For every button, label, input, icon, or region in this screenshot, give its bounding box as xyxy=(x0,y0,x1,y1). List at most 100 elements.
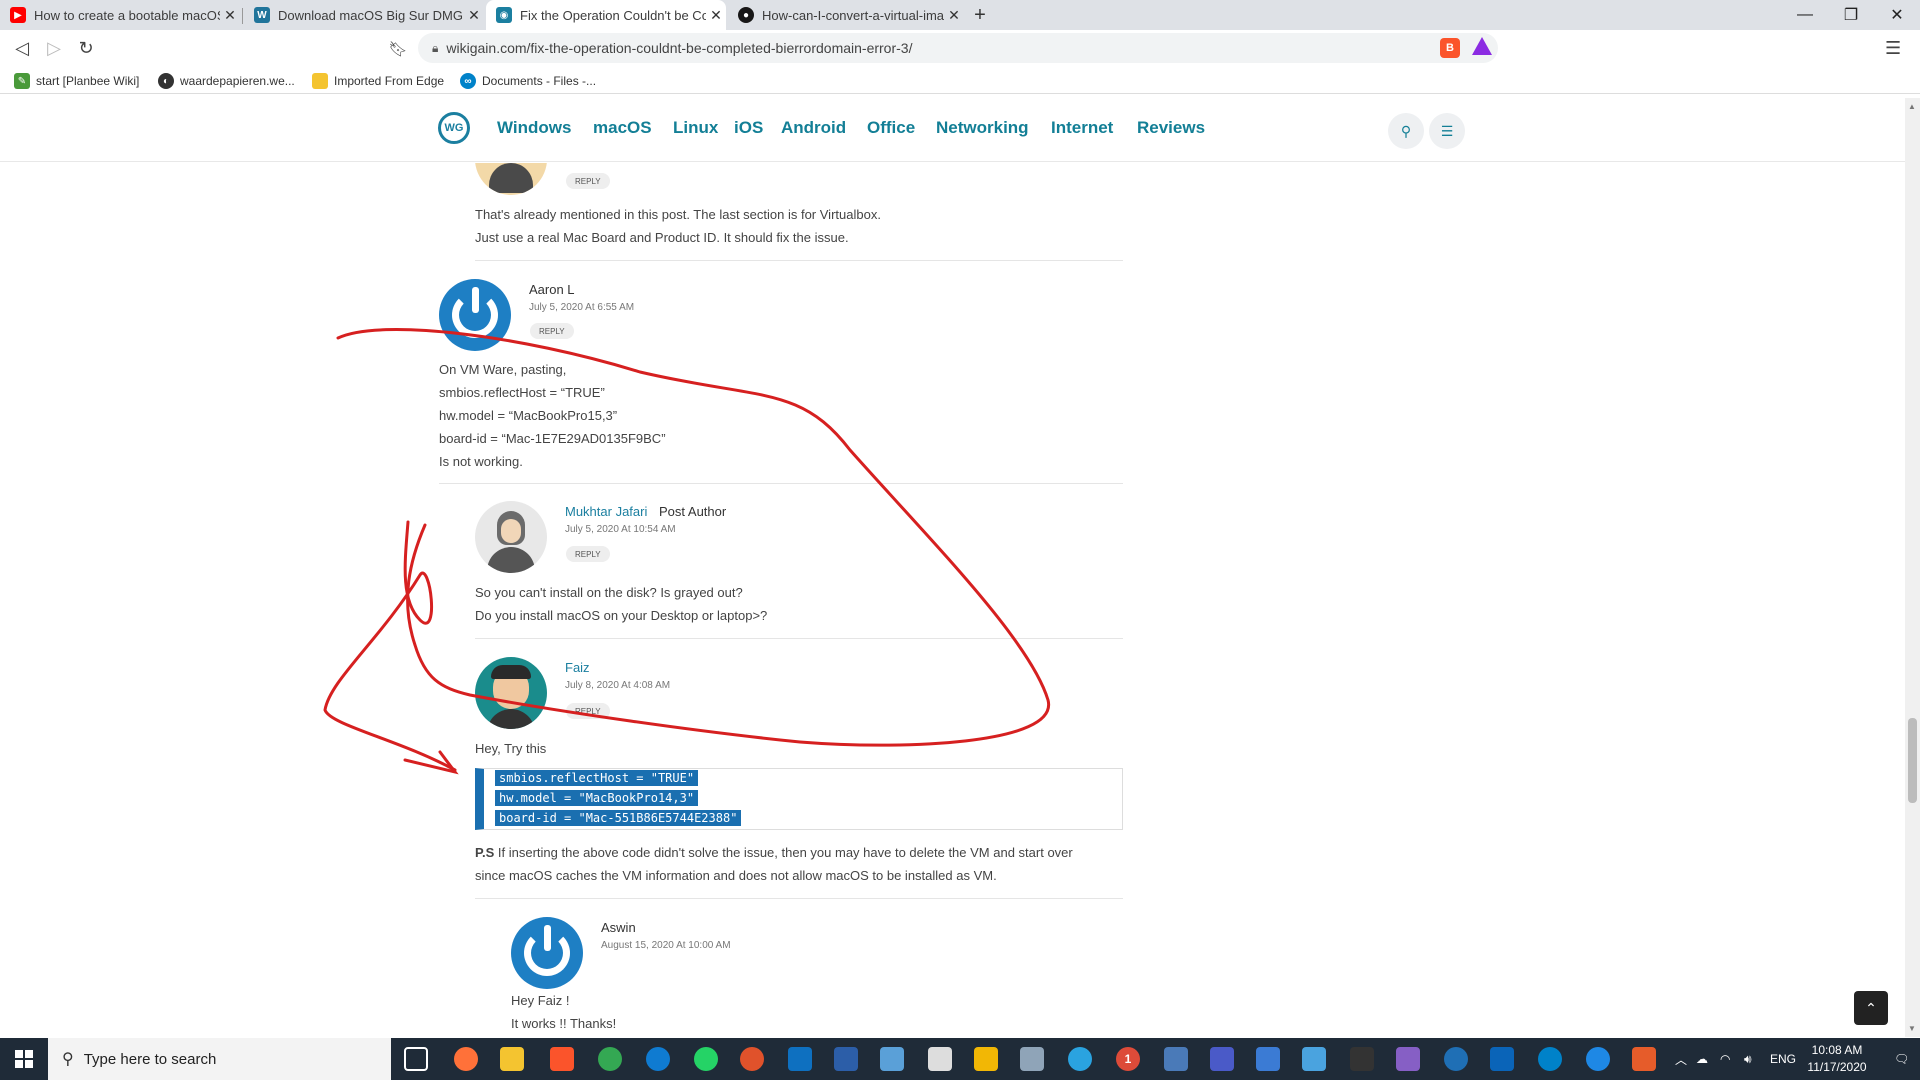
windows-start-icon[interactable] xyxy=(0,1038,48,1080)
app-icon[interactable] xyxy=(1350,1047,1374,1071)
wifi-icon[interactable]: ◠ xyxy=(1720,1038,1730,1080)
tab-2-active[interactable]: ◉ Fix the Operation Couldn't be Com ✕ xyxy=(486,0,726,30)
scroll-down-arrow[interactable]: ▼ xyxy=(1908,1024,1916,1033)
close-tab-icon[interactable]: ✕ xyxy=(464,7,484,24)
avatar xyxy=(439,279,511,351)
bookmark-item[interactable]: ✎ start [Planbee Wiki] xyxy=(14,71,139,91)
close-window-icon[interactable]: ✕ xyxy=(1874,0,1920,30)
bookmark-item[interactable]: ∞ Documents - Files -... xyxy=(460,71,596,91)
app-icon[interactable] xyxy=(1164,1047,1188,1071)
reply-button[interactable]: REPLY xyxy=(566,173,610,189)
nav-reviews[interactable]: Reviews xyxy=(1137,118,1205,138)
reload-icon[interactable]: ↻ xyxy=(70,30,102,67)
nav-macos[interactable]: macOS xyxy=(593,118,652,138)
app-icon[interactable] xyxy=(1020,1047,1044,1071)
taskbar-search[interactable]: ⚲ Type here to search xyxy=(48,1038,391,1080)
comment-author: Aswin xyxy=(601,920,636,935)
bookmark-item[interactable]: ◐ waardepapieren.we... xyxy=(158,71,295,91)
firefox-icon[interactable] xyxy=(454,1047,478,1071)
comment-date[interactable]: July 5, 2020 At 6:55 AM xyxy=(529,302,634,313)
reply-button[interactable]: REPLY xyxy=(566,703,610,719)
close-tab-icon[interactable]: ✕ xyxy=(220,7,240,24)
system-clock[interactable]: 10:08 AM 11/17/2020 xyxy=(1792,1042,1882,1076)
reply-button[interactable]: REPLY xyxy=(566,546,610,562)
telegram-icon[interactable] xyxy=(1068,1047,1092,1071)
nav-networking[interactable]: Networking xyxy=(936,118,1029,138)
app-icon[interactable] xyxy=(1210,1047,1234,1071)
tab-0[interactable]: ▶ How to create a bootable macOS ✕ xyxy=(0,0,240,30)
close-tab-icon[interactable]: ✕ xyxy=(706,7,726,24)
comment-date[interactable]: July 8, 2020 At 4:08 AM xyxy=(565,680,670,691)
powershell-icon[interactable] xyxy=(834,1047,858,1071)
app-icon[interactable] xyxy=(1256,1047,1280,1071)
file-explorer-icon[interactable] xyxy=(500,1047,524,1071)
minimize-icon[interactable]: — xyxy=(1782,0,1828,30)
hamburger-menu-icon[interactable]: ☰ xyxy=(1429,113,1465,149)
store-icon[interactable] xyxy=(928,1047,952,1071)
reply-button[interactable]: REPLY xyxy=(530,323,574,339)
forward-icon[interactable]: ▷ xyxy=(38,30,70,67)
brave-icon[interactable] xyxy=(550,1047,574,1071)
nav-ios[interactable]: iOS xyxy=(734,118,763,138)
logo-text: WG xyxy=(444,122,464,134)
restore-icon[interactable]: ❐ xyxy=(1828,0,1874,30)
scroll-up-arrow[interactable]: ▲ xyxy=(1908,102,1916,111)
menu-icon[interactable]: ☰ xyxy=(1885,38,1901,59)
bookmark-label: waardepapieren.we... xyxy=(180,74,295,88)
page-scrollbar[interactable]: ▲ ▼ xyxy=(1905,98,1920,1037)
comment-date[interactable]: July 5, 2020 At 10:54 AM xyxy=(565,524,676,535)
chrome-icon[interactable] xyxy=(598,1047,622,1071)
whatsapp-icon[interactable] xyxy=(694,1047,718,1071)
search-icon[interactable]: ⚲ xyxy=(1388,113,1424,149)
chrome-app-icon[interactable]: 1 xyxy=(1116,1047,1140,1071)
task-view-icon[interactable] xyxy=(404,1047,428,1071)
bookmark-icon[interactable]: 🔖︎ xyxy=(382,30,414,67)
edge-icon[interactable] xyxy=(646,1047,670,1071)
tab-1[interactable]: W Download macOS Big Sur DMG Fil ✕ xyxy=(244,0,484,30)
brave-rewards-icon[interactable] xyxy=(1472,37,1492,55)
app-icon[interactable] xyxy=(1586,1047,1610,1071)
code-block[interactable]: smbios.reflectHost = "TRUE" hw.model = "… xyxy=(475,768,1123,830)
back-icon[interactable]: ◁ xyxy=(6,30,38,67)
tray-chevron-icon[interactable]: ︿ xyxy=(1675,1038,1687,1080)
bookmark-item[interactable]: Imported From Edge xyxy=(312,71,444,91)
scroll-to-top-button[interactable]: ⌃ xyxy=(1854,991,1888,1025)
app-icon[interactable] xyxy=(1632,1047,1656,1071)
app-icon[interactable] xyxy=(740,1047,764,1071)
site-logo[interactable]: WG xyxy=(438,112,470,144)
tab-title: How to create a bootable macOS xyxy=(34,7,220,23)
code-line[interactable]: board-id = "Mac-551B86E5744E2388" xyxy=(495,810,742,826)
nav-windows[interactable]: Windows xyxy=(497,118,571,138)
app-icon[interactable] xyxy=(1444,1047,1468,1071)
brave-shield-icon[interactable]: B xyxy=(1440,38,1460,58)
comment-text: smbios.reflectHost = “TRUE” xyxy=(439,385,605,400)
clock-date: 11/17/2020 xyxy=(1807,1060,1867,1074)
close-tab-icon[interactable]: ✕ xyxy=(944,7,964,24)
comment-date[interactable]: August 15, 2020 At 10:00 AM xyxy=(601,940,731,951)
comment-author-link[interactable]: Faiz xyxy=(565,660,590,675)
nextcloud-icon[interactable] xyxy=(1538,1047,1562,1071)
globe-icon: ◐ xyxy=(158,73,174,89)
onedrive-icon[interactable]: ☁ xyxy=(1696,1038,1708,1080)
nav-android[interactable]: Android xyxy=(781,118,846,138)
tab-3[interactable]: ● How-can-I-convert-a-virtual-imag ✕ xyxy=(728,0,964,30)
tab-title: How-can-I-convert-a-virtual-imag xyxy=(762,7,944,23)
volume-icon[interactable]: 🔊︎ xyxy=(1744,1038,1752,1080)
visual-studio-icon[interactable] xyxy=(1396,1047,1420,1071)
code-line[interactable]: hw.model = "MacBookPro14,3" xyxy=(495,790,699,806)
vscode-icon[interactable] xyxy=(788,1047,812,1071)
outlook-icon[interactable] xyxy=(1490,1047,1514,1071)
nav-office[interactable]: Office xyxy=(867,118,915,138)
code-line[interactable]: smbios.reflectHost = "TRUE" xyxy=(495,770,699,786)
address-bar[interactable]: 🔒︎ wikigain.com/fix-the-operation-couldn… xyxy=(418,33,1498,63)
url-text[interactable]: wikigain.com/fix-the-operation-couldnt-b… xyxy=(446,40,912,56)
app-icon[interactable] xyxy=(974,1047,998,1071)
comment-author-link[interactable]: Mukhtar Jafari xyxy=(565,504,647,519)
notification-center-icon[interactable]: 🗨︎ xyxy=(1894,1038,1909,1080)
app-icon[interactable] xyxy=(880,1047,904,1071)
app-icon[interactable] xyxy=(1302,1047,1326,1071)
new-tab-icon[interactable]: + xyxy=(968,3,992,27)
scrollbar-thumb[interactable] xyxy=(1908,718,1917,803)
nav-linux[interactable]: Linux xyxy=(673,118,718,138)
nav-internet[interactable]: Internet xyxy=(1051,118,1113,138)
